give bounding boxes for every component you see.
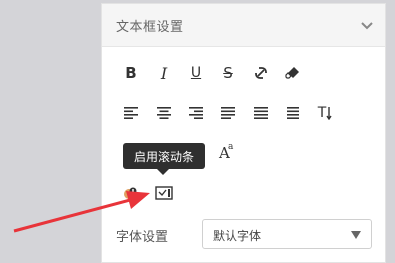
font-select-value: 默认字体 [213,229,262,243]
text-color-button[interactable] [118,180,144,206]
chevron-down-icon[interactable] [359,17,375,33]
align-left-button[interactable] [118,100,144,126]
font-setting-label: 字体设置 [116,230,169,245]
font-size-button[interactable]: A a [215,140,241,166]
strikethrough-button[interactable]: S [215,60,241,86]
italic-button[interactable]: I [151,60,177,86]
line-spacing-button[interactable] [280,100,306,126]
enable-scrollbar-button[interactable] [151,180,177,206]
align-left-icon [124,107,138,119]
scrollbar-icon [155,186,173,200]
clear-format-button[interactable] [280,60,306,86]
italic-icon: I [160,63,168,83]
text-direction-icon: T [318,105,333,121]
line-spacing-icon [287,107,299,119]
panel-header[interactable]: 文本框设置 [102,4,385,47]
strikethrough-icon: S [223,64,233,82]
justify-button[interactable] [215,100,241,126]
font-size-icon: A a [219,142,234,162]
caret-down-icon [351,231,361,239]
align-justify-icon [221,107,235,119]
unlink-button[interactable] [248,60,274,86]
distribute-button[interactable] [248,100,274,126]
underline-icon: U [190,65,202,81]
tooltip: 启用滚动条 [123,143,205,169]
bold-icon: B [125,64,137,82]
underline-button[interactable]: U [183,60,209,86]
text-direction-button[interactable]: T [312,100,338,126]
align-distribute-icon [254,107,268,119]
unlink-icon [255,67,267,79]
tooltip-pointer [157,169,169,175]
align-right-icon [189,107,203,119]
panel-title: 文本框设置 [116,20,184,35]
bold-button[interactable]: B [118,60,144,86]
eraser-icon [285,67,299,79]
align-center-button[interactable] [151,100,177,126]
align-center-icon [157,107,171,119]
align-right-button[interactable] [183,100,209,126]
font-select[interactable]: 默认字体 [202,219,372,249]
text-color-icon [124,187,137,199]
